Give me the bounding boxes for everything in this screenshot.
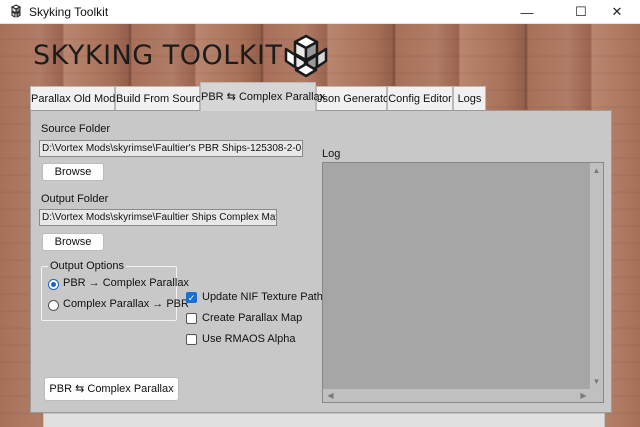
use-rmaos-alpha-checkbox[interactable]: [186, 334, 197, 345]
source-folder-field[interactable]: D:\Vortex Mods\skyrimse\Faultier's PBR S…: [39, 140, 303, 157]
source-folder-label: Source Folder: [41, 123, 111, 135]
use-rmaos-alpha-label: Use RMAOS Alpha: [202, 333, 296, 345]
create-parallax-map-label: Create Parallax Map: [202, 312, 303, 324]
tab-config-editor[interactable]: Config Editor: [387, 86, 453, 110]
complex-to-pbr-label: Complex Parallax → PBR: [63, 298, 189, 310]
close-button[interactable]: ✕: [594, 0, 640, 24]
tab-pbr-complex-parallax[interactable]: PBR ⇆ Complex Parallax: [200, 82, 325, 111]
client-area: SKYKING TOOLKIT Parallax Old Mods Build …: [0, 24, 640, 427]
log-horizontal-scrollbar[interactable]: ◀ ▶: [323, 389, 591, 402]
tab-json-generator[interactable]: Json Generator: [316, 86, 393, 110]
output-options-title: Output Options: [48, 260, 126, 272]
log-output[interactable]: ▲ ▼ ◀ ▶: [322, 162, 604, 403]
tab-panel: Source Folder D:\Vortex Mods\skyrimse\Fa…: [30, 110, 612, 427]
output-folder-label: Output Folder: [41, 193, 109, 205]
output-folder-field[interactable]: D:\Vortex Mods\skyrimse\Faultier Ships C…: [39, 209, 277, 226]
pbr-to-complex-label: PBR → Complex Parallax: [63, 277, 189, 289]
update-nif-checkbox[interactable]: ✓: [186, 292, 197, 303]
maximize-icon: ☐: [575, 4, 587, 19]
scroll-right-icon[interactable]: ▶: [577, 391, 590, 400]
window-title: Skyking Toolkit: [29, 5, 109, 19]
cubes-icon: [10, 4, 22, 18]
tab-logs[interactable]: Logs: [453, 86, 486, 110]
update-nif-label: Update NIF Texture Paths: [202, 291, 329, 303]
output-browse-button[interactable]: Browse: [42, 233, 104, 251]
cubes-icon: [284, 34, 328, 78]
source-browse-button[interactable]: Browse: [42, 163, 104, 181]
scroll-down-icon[interactable]: ▼: [590, 377, 603, 386]
scroll-up-icon[interactable]: ▲: [590, 166, 603, 175]
create-parallax-map-checkbox[interactable]: [186, 313, 197, 324]
tab-build-from-source[interactable]: Build From Source: [115, 86, 207, 110]
minimize-button[interactable]: —: [504, 0, 550, 24]
scrollbar-corner: [590, 389, 603, 402]
pbr-to-complex-radio[interactable]: [48, 279, 59, 290]
convert-button[interactable]: PBR ⇆ Complex Parallax: [44, 377, 179, 401]
minimize-icon: —: [520, 4, 534, 20]
checkmark-icon: ✓: [187, 293, 196, 303]
progress-bar: [43, 413, 605, 427]
log-label: Log: [322, 148, 341, 160]
title-bar: Skyking Toolkit — ☐ ✕: [0, 0, 640, 24]
complex-to-pbr-radio[interactable]: [48, 300, 59, 311]
log-vertical-scrollbar[interactable]: ▲ ▼: [590, 163, 603, 389]
close-icon: ✕: [611, 4, 623, 19]
tab-parallax-old-mods[interactable]: Parallax Old Mods: [30, 86, 121, 110]
output-options-group: Output Options PBR → Complex Parallax Co…: [41, 260, 189, 321]
scroll-left-icon[interactable]: ◀: [324, 391, 337, 400]
banner-title: SKYKING TOOLKIT: [33, 40, 283, 71]
